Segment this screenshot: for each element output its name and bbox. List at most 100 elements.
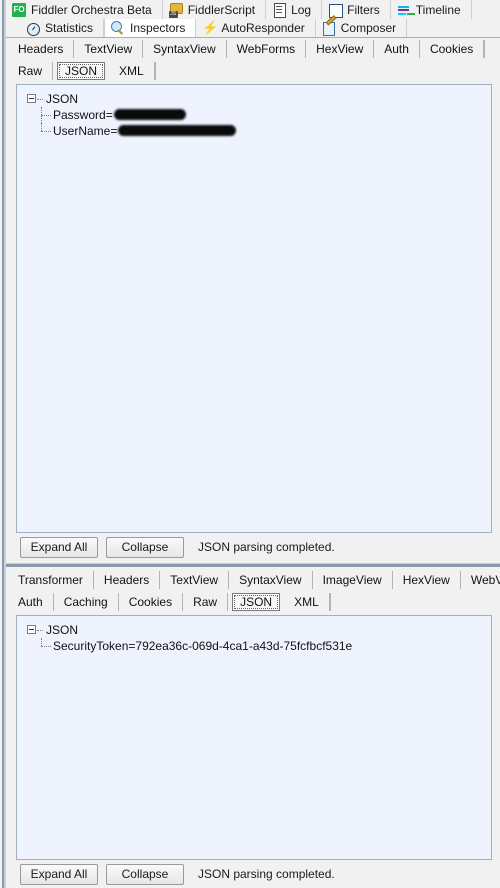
response-tab-caching[interactable]: Caching xyxy=(54,593,119,611)
request-tabs-row-2: Raw JSON XML xyxy=(8,60,500,82)
tree-connector xyxy=(37,638,53,654)
request-tabs-row2-end-divider xyxy=(154,62,156,80)
redacted-value-password xyxy=(113,109,186,121)
toolbar-item-timeline[interactable]: Timeline xyxy=(390,0,472,19)
request-button-bar: Expand All Collapse JSON parsing complet… xyxy=(6,533,500,561)
tree-item-key: Password xyxy=(53,108,106,122)
request-tab-hexview[interactable]: HexView xyxy=(306,40,375,58)
tree-connector xyxy=(36,622,44,638)
response-tabs-row-2: Auth Caching Cookies Raw JSON XML xyxy=(8,591,500,613)
inspectors-icon xyxy=(111,21,125,35)
autoresponder-icon xyxy=(202,21,216,35)
tree-connector xyxy=(37,107,53,131)
tree-item-text: SecurityToken=792ea36c-069d-4ca1-a43d-75… xyxy=(53,638,352,654)
request-tabs-row-1: Headers TextView SyntaxView WebForms Hex… xyxy=(8,38,500,60)
toolbar-item-label: Inspectors xyxy=(130,21,186,35)
request-tab-raw[interactable]: Raw xyxy=(8,62,54,80)
request-inspector-panel: Headers TextView SyntaxView WebForms Hex… xyxy=(6,38,500,561)
tree-item-password[interactable]: Password= xyxy=(23,107,491,131)
panel-splitter[interactable] xyxy=(6,561,500,569)
response-inspector-panel: Transformer Headers TextView SyntaxView … xyxy=(6,569,500,888)
response-tab-hexview[interactable]: HexView xyxy=(393,571,461,589)
tree-root-node[interactable]: JSON xyxy=(23,91,491,107)
request-status-text: JSON parsing completed. xyxy=(198,540,335,554)
request-tab-xml[interactable]: XML xyxy=(109,62,155,80)
response-button-bar: Expand All Collapse JSON parsing complet… xyxy=(6,860,500,888)
request-collapse-button[interactable]: Collapse xyxy=(106,536,184,558)
log-icon xyxy=(272,2,287,18)
fiddler-orchestra-icon xyxy=(12,2,26,17)
response-tab-cookies[interactable]: Cookies xyxy=(119,593,184,611)
fiddlerscript-icon xyxy=(168,2,183,18)
tree-item-text: UserName= xyxy=(53,123,237,139)
timeline-icon xyxy=(397,3,411,17)
tree-item-key: UserName xyxy=(53,124,111,138)
toolbar-item-autoresponder[interactable]: AutoResponder xyxy=(196,19,316,37)
tree-item-securitytoken[interactable]: SecurityToken=792ea36c-069d-4ca1-a43d-75… xyxy=(23,638,491,654)
response-tab-headers[interactable]: Headers xyxy=(94,571,161,589)
response-tab-imageview[interactable]: ImageView xyxy=(313,571,393,589)
request-json-tree: JSON Password= UserName= xyxy=(17,85,491,139)
response-tab-raw[interactable]: Raw xyxy=(183,593,229,611)
tree-connector xyxy=(36,91,44,107)
response-collapse-button[interactable]: Collapse xyxy=(106,863,184,885)
request-tab-auth[interactable]: Auth xyxy=(374,40,420,58)
tree-item-value: 792ea36c-069d-4ca1-a43d-75fcfbcf531e xyxy=(135,639,353,653)
request-expand-all-button[interactable]: Expand All xyxy=(20,536,98,558)
response-tab-xml[interactable]: XML xyxy=(284,593,330,611)
collapse-expander-icon[interactable] xyxy=(27,94,36,103)
toolbar-item-label: Timeline xyxy=(415,2,461,17)
toolbar-item-label: FiddlerScript xyxy=(187,2,256,17)
request-tabs-row1-end-divider xyxy=(484,40,486,58)
response-tab-textview[interactable]: TextView xyxy=(160,571,230,589)
toolbar-item-statistics[interactable]: Statistics xyxy=(20,19,105,37)
response-tabs-row-1: Transformer Headers TextView SyntaxView … xyxy=(8,569,500,591)
response-tabs-row2-end-divider xyxy=(329,593,331,611)
toolbar-item-fiddler-orchestra-beta[interactable]: Fiddler Orchestra Beta xyxy=(6,0,163,19)
tree-item-key: SecurityToken xyxy=(53,639,129,653)
request-tab-json[interactable]: JSON xyxy=(57,62,106,80)
request-json-tree-area[interactable]: JSON Password= UserName= xyxy=(16,84,492,533)
response-tab-json[interactable]: JSON xyxy=(232,593,281,611)
toolbar-item-label: Filters xyxy=(347,2,380,17)
statistics-icon xyxy=(26,21,40,36)
tree-item-text: Password= xyxy=(53,107,186,123)
tree-item-separator: = xyxy=(110,124,118,138)
response-json-tree: JSON SecurityToken=792ea36c-069d-4ca1-a4… xyxy=(17,616,491,654)
tree-root-node[interactable]: JSON xyxy=(23,622,491,638)
response-status-text: JSON parsing completed. xyxy=(198,867,335,881)
response-tabstrip: Transformer Headers TextView SyntaxView … xyxy=(6,569,500,613)
response-tab-webview[interactable]: WebView xyxy=(461,571,500,589)
toolbar-item-label: AutoResponder xyxy=(221,21,305,35)
collapse-expander-icon[interactable] xyxy=(27,625,36,634)
tree-item-separator: = xyxy=(105,108,113,122)
tree-item-username[interactable]: UserName= xyxy=(23,123,491,139)
toolbar-item-label: Log xyxy=(291,2,312,17)
request-tab-textview[interactable]: TextView xyxy=(74,40,144,58)
toolbar-item-inspectors[interactable]: Inspectors xyxy=(104,19,197,37)
request-tab-webforms[interactable]: WebForms xyxy=(227,40,307,58)
toolbar-item-log[interactable]: Log xyxy=(266,0,323,19)
toolbar-item-fiddlerscript[interactable]: FiddlerScript xyxy=(162,0,267,19)
request-tabstrip: Headers TextView SyntaxView WebForms Hex… xyxy=(6,38,500,82)
fiddler-window: Fiddler Orchestra Beta FiddlerScript Log… xyxy=(0,0,500,888)
main-column: Fiddler Orchestra Beta FiddlerScript Log… xyxy=(6,0,500,888)
toolbar-item-composer[interactable]: Composer xyxy=(315,19,408,37)
request-tab-headers[interactable]: Headers xyxy=(8,40,75,58)
tree-root-label: JSON xyxy=(46,623,79,637)
toolbar-row-secondary: Statistics Inspectors AutoResponder Comp… xyxy=(6,19,500,38)
tree-root-label: JSON xyxy=(46,92,79,106)
response-expand-all-button[interactable]: Expand All xyxy=(20,863,98,885)
redacted-value-username xyxy=(118,125,237,137)
response-tab-auth[interactable]: Auth xyxy=(8,593,54,611)
response-json-tree-area[interactable]: JSON SecurityToken=792ea36c-069d-4ca1-a4… xyxy=(16,615,492,860)
request-tab-syntaxview[interactable]: SyntaxView xyxy=(143,40,227,58)
response-tab-syntaxview[interactable]: SyntaxView xyxy=(229,571,313,589)
toolbar-item-label: Fiddler Orchestra Beta xyxy=(31,2,152,17)
request-tab-cookies[interactable]: Cookies xyxy=(420,40,485,58)
composer-icon xyxy=(322,21,336,36)
tree-connector xyxy=(37,123,53,139)
toolbar-item-label: Statistics xyxy=(45,21,94,35)
response-tab-transformer[interactable]: Transformer xyxy=(8,571,94,589)
filters-icon xyxy=(328,3,344,18)
